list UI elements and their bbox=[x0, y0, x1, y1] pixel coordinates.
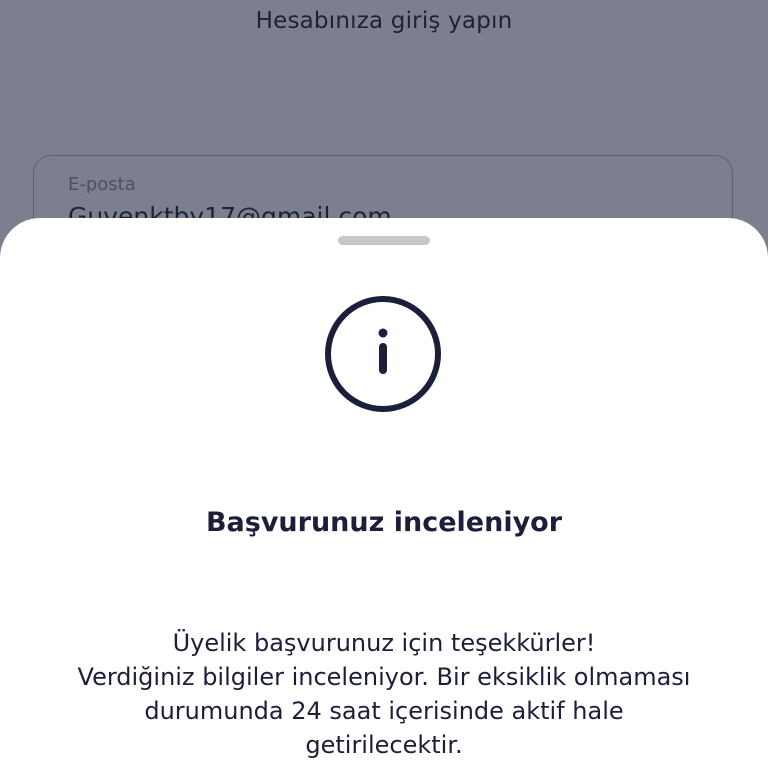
sheet-message-line: getirilecektir. bbox=[305, 731, 463, 759]
info-circle-icon bbox=[325, 296, 441, 412]
page-heading: Hesabınıza giriş yapın bbox=[255, 8, 513, 34]
sheet-title: Başvurunuz inceleniyor bbox=[205, 507, 563, 538]
sheet-message-line: Üyelik başvurunuz için teşekkürler! bbox=[172, 629, 596, 657]
sheet-message-line: Verdiğiniz bilgiler inceleniyor. Bir eks… bbox=[77, 663, 691, 691]
email-field-label: E-posta bbox=[68, 174, 136, 195]
bottom-sheet: Başvurunuz inceleniyor Üyelik başvurunuz… bbox=[0, 218, 768, 768]
login-screen: Hesabınıza giriş yapın E-posta Guvenktby… bbox=[0, 0, 768, 768]
sheet-message-line: durumunda 24 saat içerisinde aktif hale bbox=[144, 697, 624, 725]
sheet-drag-handle[interactable] bbox=[338, 236, 430, 245]
sheet-message: Üyelik başvurunuz için teşekkürler! Verd… bbox=[30, 626, 738, 762]
